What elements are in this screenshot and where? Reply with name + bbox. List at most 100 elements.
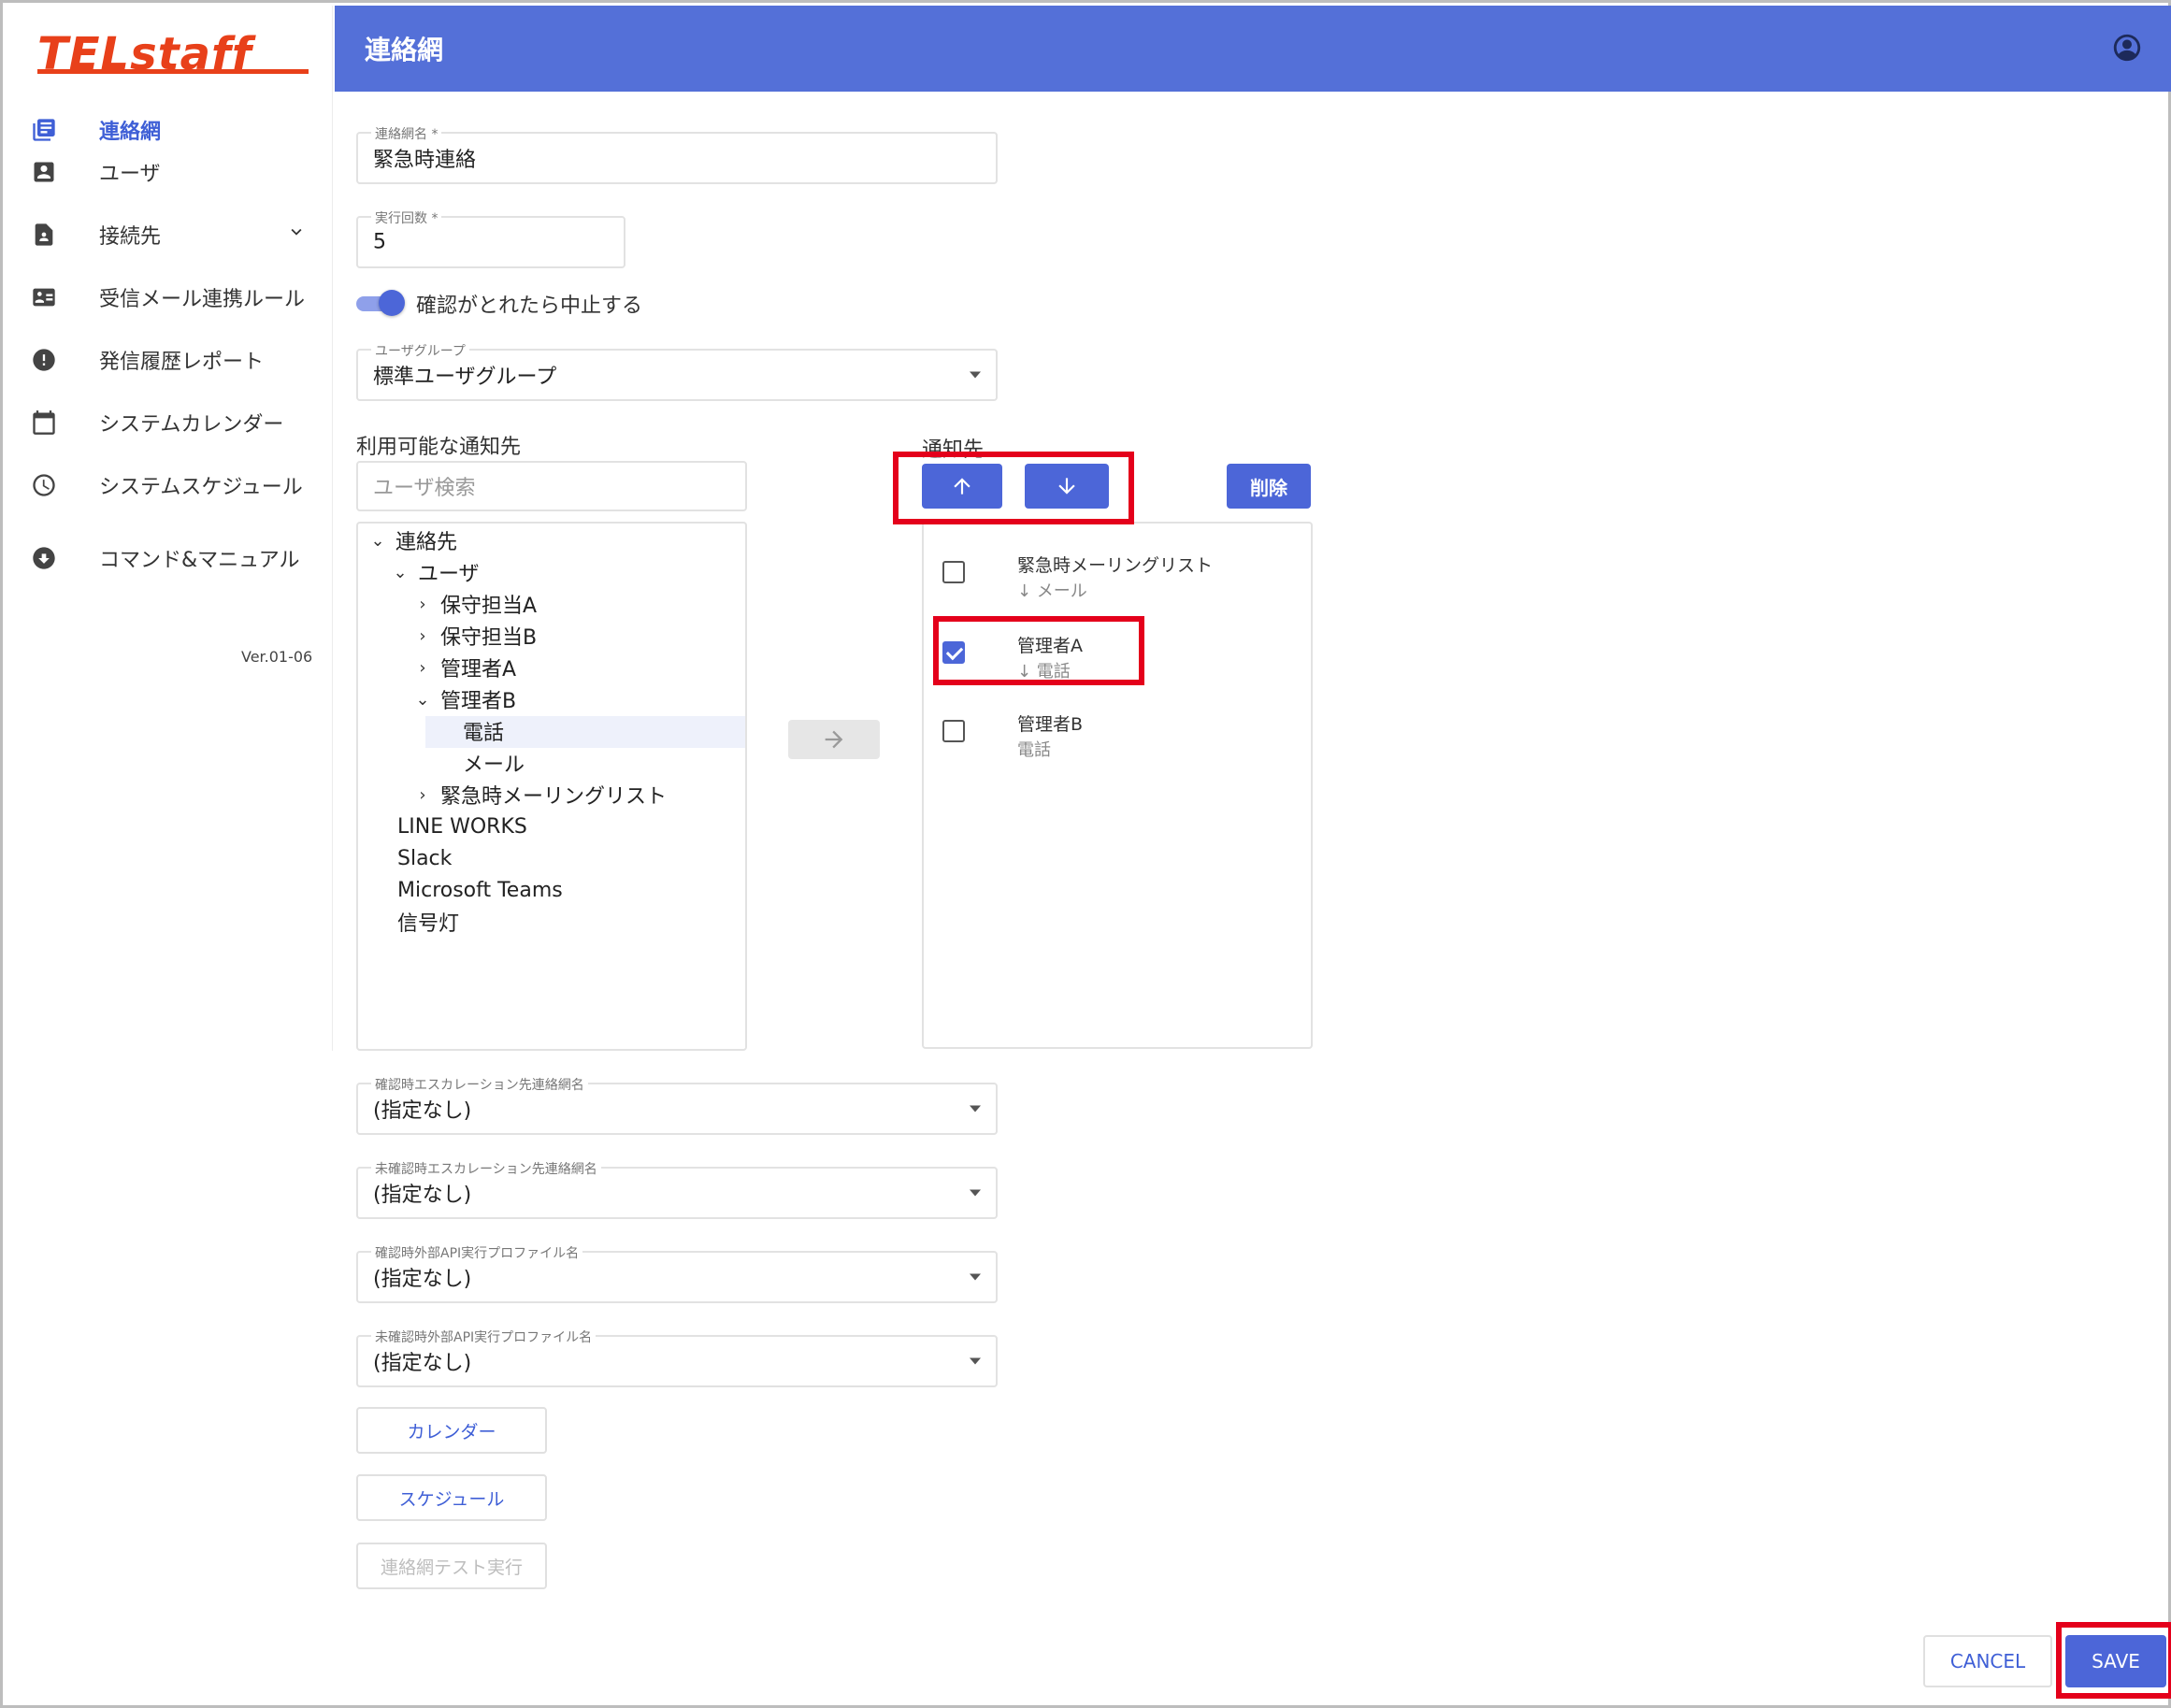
cancel-button[interactable]: CANCEL	[1923, 1635, 2052, 1687]
confirmed-api-select[interactable]: 確認時外部API実行プロファイル名 (指定なし)	[356, 1243, 998, 1303]
move-down-button[interactable]	[1025, 464, 1109, 509]
delete-button[interactable]: 削除	[1227, 464, 1311, 509]
save-button-label: SAVE	[2092, 1650, 2140, 1672]
stop-on-confirm-toggle[interactable]	[356, 288, 407, 318]
calendar-button-label: カレンダー	[407, 1421, 496, 1442]
tree-node-label: ユーザ	[418, 563, 480, 586]
chevron-right-icon[interactable]: ›	[412, 626, 433, 646]
field-label: 確認時外部API実行プロファイル名	[371, 1243, 583, 1262]
sidebar-item-label: ユーザ	[99, 163, 161, 186]
list-item-sub: 電話	[1017, 740, 1051, 760]
tree-node-line-works[interactable]: LINE WORKS	[397, 811, 527, 841]
sidebar-item-label: 接続先	[99, 225, 162, 249]
add-to-notify-button[interactable]	[788, 720, 880, 759]
list-item-sub: ↓ メール	[1017, 581, 1087, 601]
field-value: (指定なし)	[373, 1268, 472, 1291]
sidebar-item-connections[interactable]: 接続先	[6, 208, 333, 262]
tree-node-admin-b[interactable]: ⌄ 管理者B	[412, 684, 516, 714]
id-card-icon	[28, 281, 60, 313]
tree-node-mailing-list[interactable]: › 緊急時メーリングリスト	[412, 780, 667, 810]
test-run-button-label: 連絡網テスト実行	[380, 1557, 523, 1578]
sidebar-item-label: 受信メール連携ルール	[99, 288, 306, 311]
chevron-down-icon[interactable]: ⌄	[367, 531, 388, 551]
unconfirmed-escalation-select[interactable]: 未確認時エスカレーション先連絡網名 (指定なし)	[356, 1159, 998, 1219]
list-item[interactable]: 管理者A ↓ 電話	[924, 624, 1311, 690]
tree-node-mail[interactable]: メール	[463, 748, 525, 778]
sidebar-item-mail-rules[interactable]: 受信メール連携ルール	[6, 270, 333, 324]
tree-node-users[interactable]: ⌄ ユーザ	[390, 557, 480, 587]
tree-node-label: 電話	[463, 722, 505, 745]
field-label: ユーザグループ	[371, 341, 469, 360]
confirmed-escalation-select[interactable]: 確認時エスカレーション先連絡網名 (指定なし)	[356, 1075, 998, 1135]
user-card-icon	[28, 156, 60, 188]
chevron-down-icon[interactable]: ⌄	[390, 563, 410, 582]
tree-node-phone[interactable]: 電話	[463, 716, 504, 746]
sidebar: TELstaff 連絡網 ユーザ 接続先 受信メール連携ルール 発信履歴レポート…	[6, 6, 333, 1051]
item-checkbox[interactable]	[942, 641, 965, 664]
chevron-down-icon[interactable]	[286, 222, 307, 248]
chevron-right-icon[interactable]: ›	[412, 595, 433, 614]
arrow-down-icon	[1058, 478, 1075, 495]
calendar-button[interactable]: カレンダー	[356, 1407, 547, 1454]
account-icon[interactable]	[2111, 32, 2143, 64]
save-button[interactable]: SAVE	[2065, 1635, 2166, 1687]
list-item[interactable]: 緊急時メーリングリスト ↓ メール	[924, 544, 1311, 610]
arrow-right-icon	[825, 730, 843, 749]
clock-icon	[28, 469, 60, 501]
notify-list: 緊急時メーリングリスト ↓ メール 管理者A ↓ 電話 管理者B 電話	[922, 522, 1313, 1049]
sidebar-item-label: 発信履歴レポート	[99, 351, 265, 374]
chevron-right-icon[interactable]: ›	[412, 785, 433, 805]
item-checkbox[interactable]	[942, 561, 965, 583]
tree-node-slack[interactable]: Slack	[397, 843, 452, 873]
list-item[interactable]: 管理者B 電話	[924, 703, 1311, 768]
sidebar-item-history-report[interactable]: 発信履歴レポート	[6, 333, 333, 387]
notify-destinations-title: 通知先	[922, 438, 985, 462]
sidebar-item-label: コマンド&マニュアル	[99, 549, 300, 572]
tree-node-maintenance-a[interactable]: › 保守担当A	[412, 589, 537, 619]
field-label: 連絡網名 *	[371, 124, 442, 143]
tree-node-label: 保守担当B	[440, 626, 538, 650]
item-checkbox[interactable]	[942, 720, 965, 742]
sidebar-item-command-manual[interactable]: コマンド&マニュアル	[6, 531, 333, 585]
alert-circle-icon	[28, 344, 60, 376]
tree-node-label: メール	[463, 754, 525, 777]
sidebar-item-system-calendar[interactable]: システムカレンダー	[6, 395, 333, 450]
calendar-icon	[28, 407, 60, 438]
tree-node-contacts[interactable]: ⌄ 連絡先	[367, 525, 457, 555]
sidebar-item-users[interactable]: ユーザ	[6, 145, 333, 199]
move-up-button[interactable]	[922, 464, 1002, 509]
tree-node-maintenance-b[interactable]: › 保守担当B	[412, 621, 537, 651]
telstaff-logo: TELstaff	[37, 26, 309, 82]
tree-node-signal-light[interactable]: 信号灯	[397, 907, 459, 937]
field-value: (指定なし)	[373, 1099, 472, 1123]
dropdown-arrow-icon	[970, 1357, 981, 1365]
version-label: Ver.01-06	[241, 648, 313, 666]
available-destinations-title: 利用可能な通知先	[356, 436, 522, 459]
dropdown-arrow-icon	[970, 1189, 981, 1197]
app-header: 連絡網	[335, 6, 2171, 92]
field-label: 未確認時エスカレーション先連絡網名	[371, 1159, 601, 1178]
tree-node-label: 保守担当A	[440, 595, 538, 618]
chevron-right-icon[interactable]: ›	[412, 658, 433, 678]
list-item-name: 緊急時メーリングリスト	[1017, 555, 1214, 576]
field-value: (指定なし)	[373, 1352, 472, 1375]
user-search-input[interactable]: ユーザ検索	[356, 461, 747, 511]
sidebar-item-system-schedule[interactable]: システムスケジュール	[6, 458, 333, 512]
schedule-button[interactable]: スケジュール	[356, 1474, 547, 1521]
field-value: 5	[373, 230, 386, 254]
unconfirmed-api-select[interactable]: 未確認時外部API実行プロファイル名 (指定なし)	[356, 1328, 998, 1387]
chevron-down-icon[interactable]: ⌄	[412, 690, 433, 710]
execution-count-field[interactable]: 実行回数 * 5	[356, 208, 625, 268]
tree-node-teams[interactable]: Microsoft Teams	[397, 875, 563, 905]
list-item-name: 管理者B	[1017, 714, 1084, 735]
dropdown-arrow-icon	[970, 1273, 981, 1281]
network-name-field[interactable]: 連絡網名 * 緊急時連絡	[356, 124, 998, 184]
user-group-select[interactable]: ユーザグループ 標準ユーザグループ	[356, 341, 998, 401]
tree-node-admin-a[interactable]: › 管理者A	[412, 653, 516, 682]
field-value: (指定なし)	[373, 1184, 472, 1207]
toggle-knob	[379, 290, 405, 316]
field-label: 確認時エスカレーション先連絡網名	[371, 1075, 588, 1094]
sidebar-item-label: システムカレンダー	[99, 413, 284, 437]
tree-node-label: Microsoft Teams	[397, 878, 563, 902]
list-icon	[28, 114, 60, 146]
